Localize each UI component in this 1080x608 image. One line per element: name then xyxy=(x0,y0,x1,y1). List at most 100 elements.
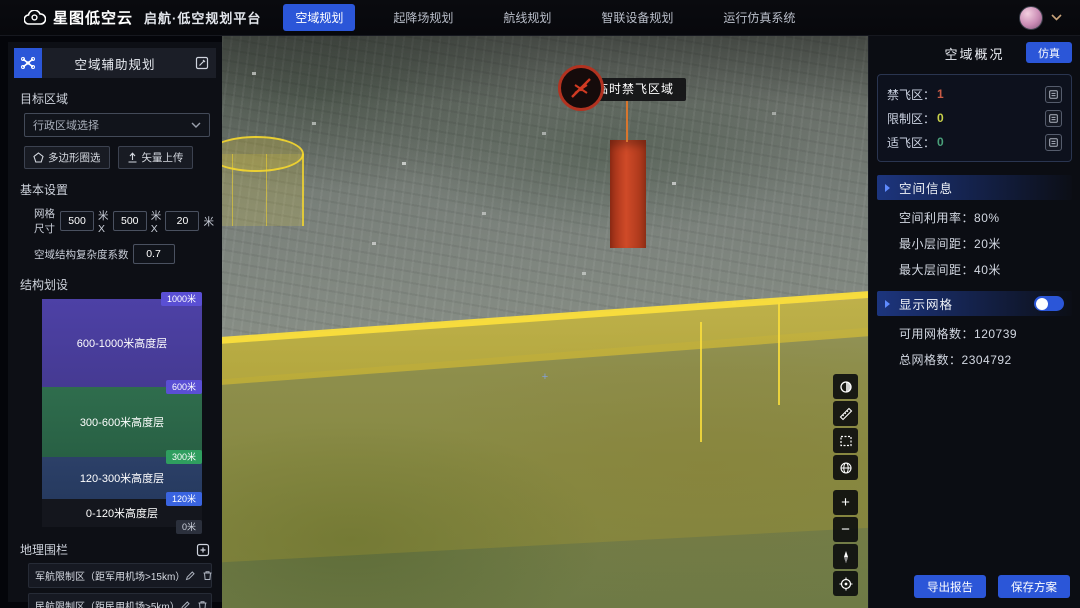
zone-label: 限制区： xyxy=(887,110,935,127)
edit-plan-icon[interactable] xyxy=(188,56,216,70)
sidebar-title: 空域辅助规划 xyxy=(42,54,188,73)
grid-size-label: 网格尺寸 xyxy=(34,206,56,236)
no-drone-icon[interactable] xyxy=(558,65,604,111)
avatar[interactable] xyxy=(1019,6,1043,30)
stat-utilization: 空间利用率：80% xyxy=(899,209,1080,226)
geofence-cylinder xyxy=(222,136,304,254)
zone-label: 适飞区： xyxy=(887,134,935,151)
select-area-icon[interactable] xyxy=(833,428,858,453)
zone-detail-icon[interactable] xyxy=(1045,110,1062,127)
space-info-section: 空间信息 xyxy=(877,175,1072,200)
zone-value: 0 xyxy=(937,135,944,149)
layer-300-600[interactable]: 300-600米高度层 300米 xyxy=(42,387,202,457)
geofence-label: 地理围栏 xyxy=(20,541,196,558)
grid-width-input[interactable] xyxy=(60,211,94,231)
stat-available-grids: 可用网格数：120739 xyxy=(899,325,1080,342)
region-select-value: 行政区域选择 xyxy=(33,117,191,133)
add-geofence-icon[interactable] xyxy=(196,543,210,557)
height-badge: 600米 xyxy=(166,380,202,394)
geofence-item-label: 民航限制区（距民用机场>5km） xyxy=(35,598,180,608)
measure-ruler-icon[interactable] xyxy=(833,401,858,426)
export-report-button[interactable]: 导出报告 xyxy=(914,575,986,598)
delete-icon[interactable] xyxy=(197,600,208,608)
target-area-label: 目标区域 xyxy=(20,90,210,107)
right-panel: 空域概况 仿真 禁飞区： 1 限制区： 0 适飞区： 0 空间信息 xyxy=(868,36,1080,608)
vector-upload-button[interactable]: 矢量上传 xyxy=(118,146,193,169)
section-arrow-icon xyxy=(883,183,893,193)
region-select[interactable]: 行政区域选择 xyxy=(24,113,210,137)
tab-simulation-system[interactable]: 运行仿真系统 xyxy=(711,4,807,31)
grid-unit: 米 X xyxy=(98,208,109,235)
tab-device-planning[interactable]: 智联设备规划 xyxy=(589,4,685,31)
height-badge: 0米 xyxy=(176,520,202,534)
grid-height-input[interactable] xyxy=(165,211,199,231)
complexity-input[interactable] xyxy=(133,244,175,264)
app-window: 星图低空云 启航·低空规划平台 空域规划 起降场规划 航线规划 智联设备规划 运… xyxy=(0,0,1080,608)
polygon-select-button[interactable]: 多边形圈选 xyxy=(24,146,110,169)
delete-icon[interactable] xyxy=(202,570,213,581)
geofence-item-label: 军航限制区（距军用机场>15km） xyxy=(35,568,185,583)
tab-route-planning[interactable]: 航线规划 xyxy=(491,4,563,31)
tab-vertiport-planning[interactable]: 起降场规划 xyxy=(381,4,465,31)
zone-value: 1 xyxy=(937,87,944,101)
selection-buttons: 多边形圈选 矢量上传 xyxy=(24,146,210,169)
zoom-in-button[interactable]: + xyxy=(833,490,858,515)
show-grid-toggle[interactable] xyxy=(1034,296,1064,311)
basic-settings-label: 基本设置 xyxy=(20,181,210,198)
complexity-row: 空域结构复杂度系数 xyxy=(34,244,214,264)
zoom-out-button[interactable]: − xyxy=(833,517,858,542)
height-badge: 300米 xyxy=(166,450,202,464)
geofence-header: 地理围栏 xyxy=(20,541,210,558)
brand-block: 星图低空云 启航·低空规划平台 xyxy=(0,7,275,28)
stat-min-gap: 最小层间距：20米 xyxy=(899,235,1080,252)
layer-label: 120-300米高度层 xyxy=(80,470,164,486)
geofence-item-civil[interactable]: 民航限制区（距民用机场>5km） xyxy=(28,593,212,608)
simulate-button[interactable]: 仿真 xyxy=(1026,42,1072,63)
grid-size-row: 网格尺寸 米 X 米 X 米 xyxy=(34,206,214,236)
upload-icon xyxy=(127,152,138,163)
grid-unit: 米 xyxy=(203,214,214,229)
stat-total-grids: 总网格数：2304792 xyxy=(899,351,1080,368)
zone-summary-box: 禁飞区： 1 限制区： 0 适飞区： 0 xyxy=(877,74,1072,162)
zone-detail-icon[interactable] xyxy=(1045,86,1062,103)
tab-airspace-planning[interactable]: 空域规划 xyxy=(283,4,355,31)
height-badge: 120米 xyxy=(166,492,202,506)
airspace-overview-header: 空域概况 仿真 xyxy=(869,36,1080,70)
left-sidebar: 空域辅助规划 目标区域 行政区域选择 多边形圈选 矢量上传 基本设置 网格尺寸 … xyxy=(8,42,222,602)
globe-icon[interactable] xyxy=(833,455,858,480)
layer-label: 0-120米高度层 xyxy=(86,505,158,521)
chevron-down-icon[interactable] xyxy=(1051,14,1062,21)
brand-subtitle: 启航·低空规划平台 xyxy=(144,8,261,27)
drone-planner-icon xyxy=(14,48,42,78)
polygon-icon xyxy=(33,152,44,163)
geofence-item-military[interactable]: 军航限制区（距军用机场>15km） xyxy=(28,563,212,588)
nav-tabs: 空域规划 起降场规划 航线规划 智联设备规划 运行仿真系统 xyxy=(283,4,807,31)
layer-label: 300-600米高度层 xyxy=(80,414,164,430)
map-buildings xyxy=(252,72,256,75)
complexity-label: 空域结构复杂度系数 xyxy=(34,247,129,262)
restricted-zone-row: 限制区： 0 xyxy=(887,106,1062,130)
section-arrow-icon xyxy=(883,299,893,309)
locate-icon[interactable] xyxy=(833,571,858,596)
edit-icon[interactable] xyxy=(185,570,196,581)
view-mode-icon[interactable] xyxy=(833,374,858,399)
sidebar-header: 空域辅助规划 xyxy=(14,48,216,78)
structure-label: 结构划设 xyxy=(20,276,210,293)
nofly-zone-pillar[interactable] xyxy=(610,140,646,248)
layer-600-1000[interactable]: 1000米 600-1000米高度层 600米 xyxy=(42,299,202,387)
show-grid-section: 显示网格 xyxy=(877,291,1072,316)
nofly-zone-row: 禁飞区： 1 xyxy=(887,82,1062,106)
map-center-marker: + xyxy=(542,371,548,383)
grid-unit: 米 X xyxy=(151,208,162,235)
zone-value: 0 xyxy=(937,111,944,125)
map-3d-viewport[interactable]: 临时禁飞区域 + + − xyxy=(222,36,868,608)
grid-length-input[interactable] xyxy=(113,211,147,231)
zone-detail-icon[interactable] xyxy=(1045,134,1062,151)
boundary-post xyxy=(778,302,780,405)
compass-icon[interactable] xyxy=(833,544,858,569)
edit-icon[interactable] xyxy=(180,600,191,608)
nav-user-area xyxy=(1019,6,1080,30)
save-plan-button[interactable]: 保存方案 xyxy=(998,575,1070,598)
section-title: 显示网格 xyxy=(899,294,953,313)
panel-actions: 导出报告 保存方案 xyxy=(914,575,1070,598)
